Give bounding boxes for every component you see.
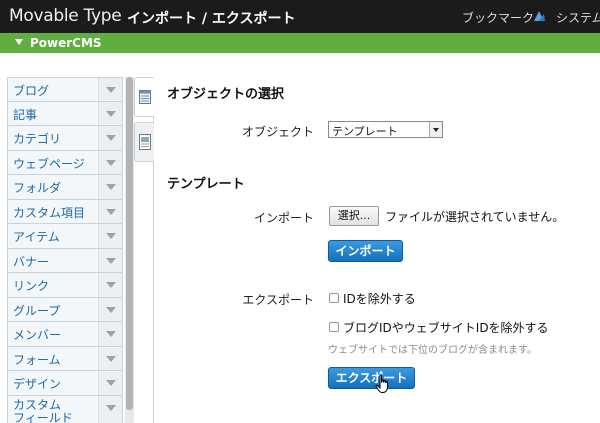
sidebar-item-items[interactable]: アイテム (7, 224, 123, 249)
chevron-down-icon[interactable] (98, 273, 122, 297)
chevron-down-icon[interactable] (98, 297, 122, 321)
object-select-value: テンプレート (332, 125, 398, 138)
bookmark-icon[interactable] (532, 9, 546, 23)
import-label: インポート (253, 211, 314, 225)
export-button[interactable]: エクスポート (328, 367, 415, 389)
sidebar-item-label[interactable]: フォーム (13, 351, 61, 368)
sidebar-item-custom-field[interactable]: カスタム フィールド (7, 395, 123, 423)
exclude-id-label[interactable]: IDを除外する (343, 290, 416, 307)
sidebar-scrollbar[interactable] (125, 77, 134, 423)
sidebar-item-groups[interactable]: グループ (7, 297, 123, 322)
tab-calendar[interactable] (134, 77, 154, 117)
sidebar-item-label[interactable]: ウェブページ (13, 155, 85, 172)
bookmark-menu[interactable]: ブックマーク (462, 9, 534, 26)
sidebar-item-label[interactable]: アイテム (13, 228, 60, 245)
site-name[interactable]: PowerCMS (30, 36, 102, 50)
chevron-down-icon[interactable] (429, 122, 442, 137)
sidebar-item-label[interactable]: 記事 (13, 106, 37, 123)
exclude-id-checkbox[interactable] (329, 293, 339, 303)
chevron-down-icon[interactable] (98, 248, 122, 272)
vertical-tabs (134, 77, 154, 423)
sidebar-item-entries[interactable]: 記事 (7, 101, 123, 126)
chevron-down-icon[interactable] (98, 322, 122, 346)
calendar-icon (139, 90, 151, 104)
sidebar-item-label[interactable]: カスタム フィールド (13, 398, 73, 423)
sidebar-item-folders[interactable]: フォルダ (7, 175, 123, 200)
sidebar-item-label[interactable]: フォルダ (13, 179, 61, 196)
app-brand[interactable]: Movable Type (9, 6, 122, 26)
exclude-blog-id-label[interactable]: ブログIDやウェブサイトIDを除外する (343, 319, 549, 336)
object-select[interactable]: テンプレート (328, 121, 443, 138)
chevron-down-icon[interactable] (98, 175, 122, 199)
export-hint: ウェブサイトでは下位のブログが含まれます。 (328, 345, 537, 356)
site-bar: PowerCMS (0, 33, 600, 53)
sidebar-item-members[interactable]: メンバー (7, 322, 123, 347)
sidebar-item-webpages[interactable]: ウェブページ (7, 150, 123, 175)
tab-document[interactable] (134, 122, 154, 162)
file-status: ファイルが選択されていません。 (385, 210, 565, 224)
sidebar-item-label[interactable]: メンバー (13, 326, 61, 343)
document-icon (139, 134, 151, 150)
sidebar-item-label[interactable]: バナー (13, 253, 49, 270)
hand-pointer-icon (375, 374, 388, 393)
chevron-down-icon[interactable] (15, 39, 23, 45)
chevron-down-icon[interactable] (98, 150, 122, 174)
chevron-down-icon[interactable] (98, 224, 122, 248)
scrollbar-thumb[interactable] (126, 77, 133, 410)
sidebar-item-label[interactable]: カテゴリ (13, 130, 61, 147)
sidebar-item-blog[interactable]: ブログ (7, 77, 123, 102)
choose-file-button[interactable]: 選択... (329, 206, 379, 226)
chevron-down-icon[interactable] (98, 126, 122, 150)
sidebar-menu: ブログ 記事 カテゴリ ウェブページ フォルダ カスタム項目 アイテム バナー … (7, 77, 123, 423)
chevron-down-icon[interactable] (98, 395, 122, 423)
object-label: オブジェクト (241, 125, 314, 139)
page-title: インポート / エクスポート (127, 11, 296, 27)
top-bar: Movable Type インポート / エクスポート ブックマーク システム (0, 0, 600, 33)
template-section-title: テンプレート (167, 177, 245, 192)
chevron-down-icon[interactable] (98, 346, 122, 370)
sidebar-item-label[interactable]: グループ (13, 302, 60, 319)
sidebar-item-categories[interactable]: カテゴリ (7, 126, 123, 151)
exclude-blog-id-checkbox[interactable] (329, 322, 339, 332)
chevron-down-icon[interactable] (98, 78, 122, 101)
chevron-down-icon[interactable] (98, 371, 122, 395)
sidebar-item-forms[interactable]: フォーム (7, 346, 123, 371)
export-label: エクスポート (242, 293, 314, 307)
sidebar-item-label[interactable]: カスタム項目 (13, 204, 85, 221)
sidebar-item-links[interactable]: リンク (7, 273, 123, 298)
chevron-down-icon[interactable] (98, 199, 122, 223)
import-button[interactable]: インポート (328, 240, 403, 262)
chevron-down-icon[interactable] (98, 101, 122, 125)
sidebar-item-label[interactable]: リンク (13, 277, 49, 294)
sidebar-item-custom-fields[interactable]: カスタム項目 (7, 199, 123, 224)
object-section-title: オブジェクトの選択 (167, 87, 285, 102)
sidebar-item-label[interactable]: デザイン (13, 375, 61, 392)
sidebar-item-banners[interactable]: バナー (7, 248, 123, 273)
sidebar-item-label[interactable]: ブログ (13, 82, 49, 99)
system-menu[interactable]: システム (556, 9, 600, 26)
sidebar-item-design[interactable]: デザイン (7, 371, 123, 396)
